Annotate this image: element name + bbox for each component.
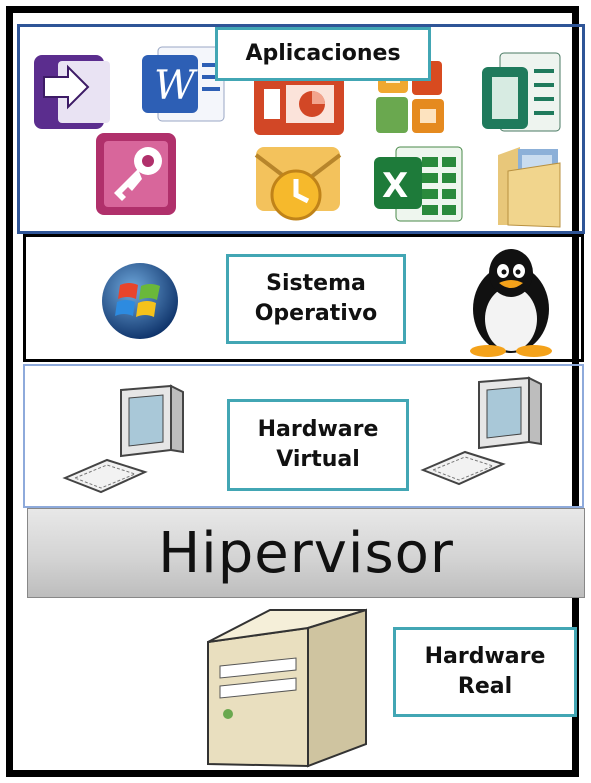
operating-system-label: Sistema Operativo	[226, 254, 406, 344]
outlook-icon	[254, 147, 342, 221]
virtual-hardware-label-line2: Virtual	[276, 447, 360, 472]
applications-label: Aplicaciones	[215, 27, 431, 81]
real-hardware-label-line1: Hardware	[424, 644, 546, 670]
infopath-icon	[34, 55, 110, 129]
real-hardware-label-line2: Real	[457, 674, 513, 699]
applications-label-text: Aplicaciones	[245, 41, 401, 67]
server-tower-icon	[207, 608, 367, 768]
virtual-hardware-label-line1: Hardware	[257, 417, 379, 443]
powerpoint-icon	[254, 75, 344, 135]
publisher-icon	[482, 52, 561, 132]
operating-system-label-line1: Sistema	[266, 271, 366, 297]
hypervisor-layer: Hipervisor	[27, 508, 585, 598]
real-hardware-label: Hardware Real	[393, 627, 577, 717]
access-icon	[96, 133, 176, 215]
operating-system-label-line2: Operativo	[254, 301, 378, 326]
tux-penguin-icon	[470, 249, 552, 357]
computer-icon	[420, 376, 542, 486]
windows-logo-icon	[102, 263, 178, 339]
computer-icon	[62, 384, 184, 494]
virtual-hardware-label: Hardware Virtual	[227, 399, 409, 491]
hypervisor-label: Hipervisor	[158, 520, 454, 586]
svg-text:X: X	[382, 166, 408, 206]
excel-icon: X	[374, 146, 463, 222]
folder-icon	[498, 147, 561, 228]
svg-text:W: W	[154, 63, 198, 109]
